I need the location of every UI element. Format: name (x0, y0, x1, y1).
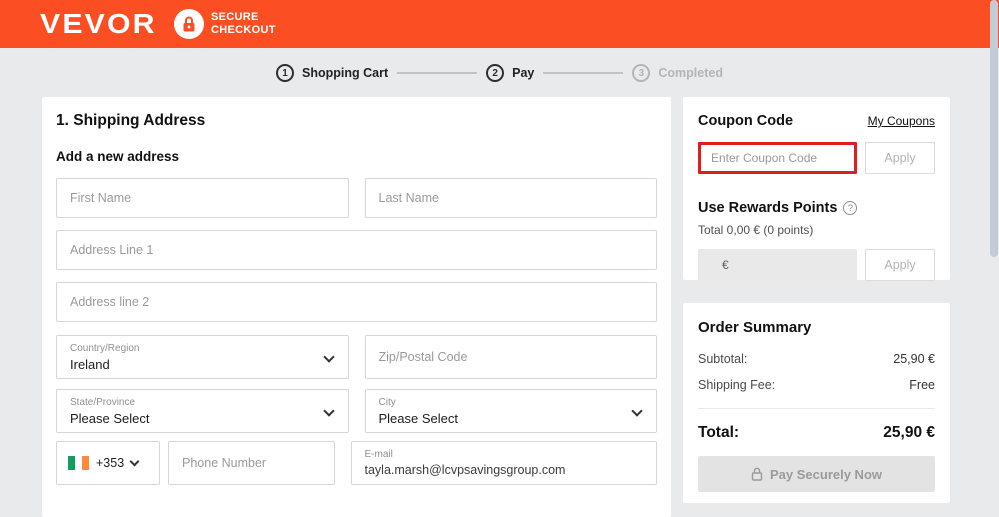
lock-icon (183, 16, 195, 31)
scrollbar-thumb[interactable] (990, 0, 998, 257)
shipping-address-card: 1. Shipping Address Add a new address Co… (42, 97, 671, 517)
step-connector (543, 72, 624, 74)
last-name-input[interactable] (364, 178, 657, 218)
address2-row (56, 282, 657, 322)
address1-row (56, 230, 657, 270)
lock-badge-circle (174, 9, 205, 39)
lock-icon (751, 467, 763, 481)
rewards-total-text: Total 0,00 € (0 points) (698, 223, 814, 237)
email-value: tayla.marsh@lcvpsavingsgroup.com (364, 463, 566, 477)
secure-checkout-label: SECURE CHECKOUT (211, 11, 276, 36)
country-region-select[interactable]: Country/Region Ireland (56, 335, 349, 379)
rewards-apply-button[interactable]: Apply (865, 249, 935, 281)
country-zip-row: Country/Region Ireland (56, 335, 657, 379)
checkout-progress: 1 Shopping Cart 2 Pay 3 Completed (0, 48, 999, 98)
coupon-rewards-card: Coupon Code My Coupons Apply Use Rewards… (683, 97, 950, 281)
pay-securely-button[interactable]: Pay Securely Now (698, 456, 935, 492)
address-line1-input[interactable] (56, 230, 657, 270)
state-province-select[interactable]: State/Province Please Select (56, 389, 349, 433)
add-new-address-subtitle: Add a new address (56, 149, 180, 164)
ireland-flag-icon (68, 456, 89, 470)
rewards-amount-input[interactable] (698, 249, 857, 281)
shipping-fee-row: Shipping Fee: Free (698, 378, 935, 392)
state-city-row: State/Province Please Select City Please… (56, 389, 657, 433)
vevor-logo[interactable]: VEVOR (40, 8, 157, 40)
shipping-fee-value: Free (909, 378, 935, 392)
coupon-code-input[interactable] (698, 142, 857, 174)
checkout-header: VEVOR SECURE CHECKOUT (0, 0, 999, 48)
phone-prefix-select[interactable]: +353 (56, 441, 160, 485)
order-summary-title: Order Summary (698, 319, 812, 336)
first-name-input[interactable] (56, 178, 349, 218)
address-line2-input[interactable] (56, 282, 657, 322)
phone-group: +353 (56, 441, 335, 485)
name-row (56, 178, 657, 218)
step-3-circle: 3 (632, 64, 651, 82)
total-value: 25,90 € (883, 424, 935, 441)
step-shopping-cart[interactable]: 1 Shopping Cart (276, 64, 388, 82)
coupon-apply-button[interactable]: Apply (865, 142, 935, 174)
phone-number-input[interactable] (168, 441, 335, 485)
order-summary-card: Order Summary Subtotal: 25,90 € Shipping… (683, 303, 950, 503)
rewards-points-title: Use Rewards Points (698, 200, 838, 216)
phone-email-row: +353 E-mail tayla.marsh@lcvpsavingsgroup… (56, 441, 657, 485)
secure-checkout-badge: SECURE CHECKOUT (174, 9, 276, 39)
summary-divider (698, 408, 935, 409)
step-pay[interactable]: 2 Pay (486, 64, 534, 82)
email-field[interactable]: E-mail tayla.marsh@lcvpsavingsgroup.com (350, 441, 657, 485)
step-2-circle: 2 (486, 64, 505, 82)
coupon-code-title: Coupon Code (698, 113, 794, 129)
city-select[interactable]: City Please Select (364, 389, 657, 433)
step-completed: 3 Completed (632, 64, 723, 82)
step-1-circle: 1 (276, 64, 295, 82)
zip-postal-code-input[interactable] (364, 335, 657, 379)
total-row: Total: 25,90 € (698, 424, 935, 441)
my-coupons-link[interactable]: My Coupons (868, 114, 935, 128)
subtotal-row: Subtotal: 25,90 € (698, 352, 935, 366)
help-icon[interactable]: ? (843, 201, 858, 215)
subtotal-value: 25,90 € (893, 352, 935, 366)
step-connector (397, 72, 478, 74)
shipping-address-title: 1. Shipping Address (56, 112, 206, 129)
